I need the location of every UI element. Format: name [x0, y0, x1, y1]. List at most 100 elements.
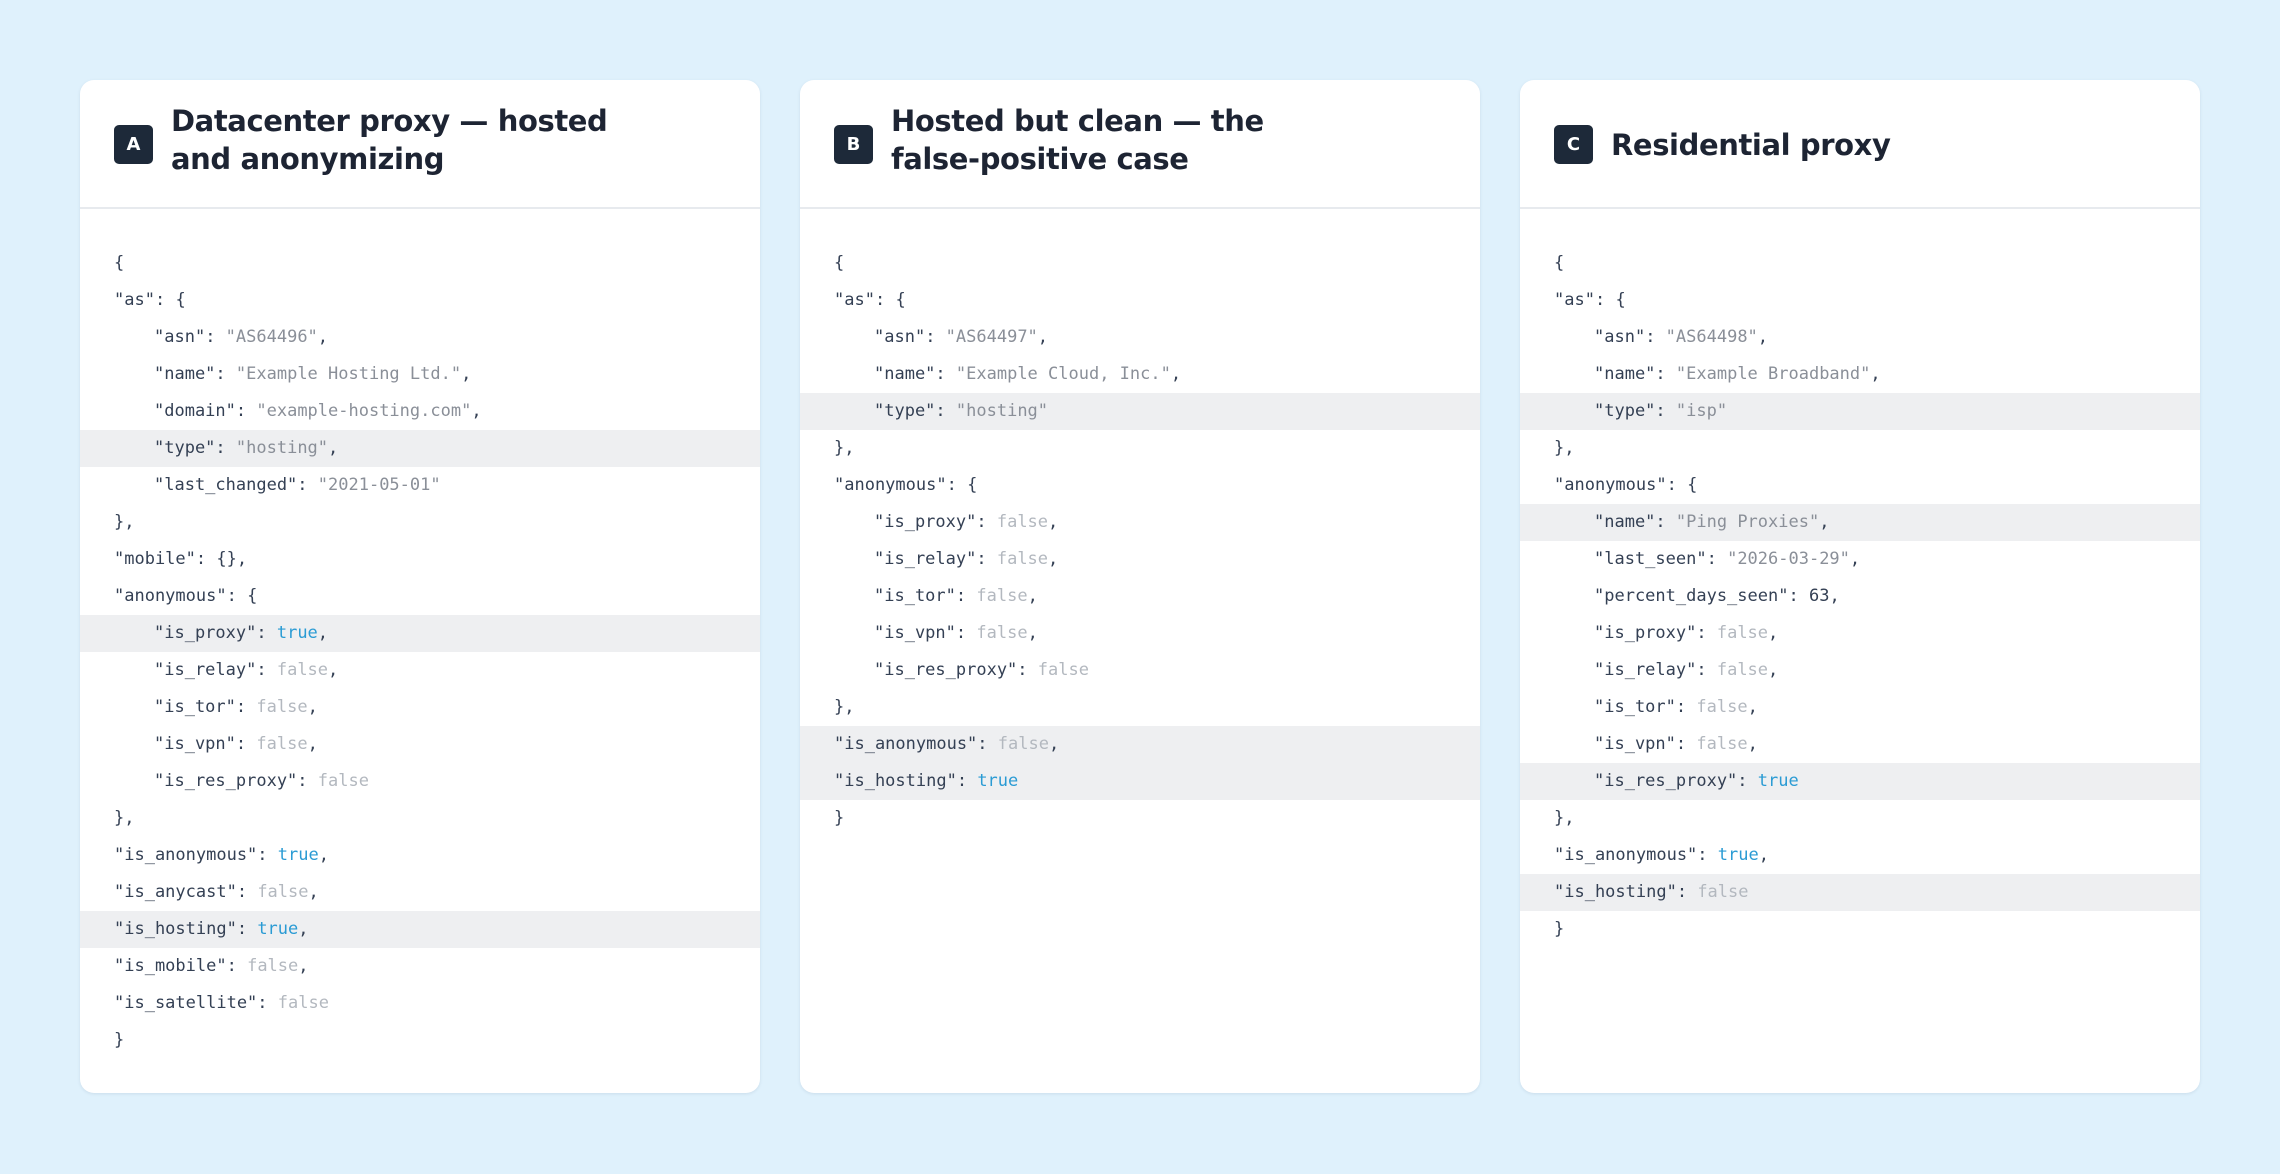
- code-line: "name": "Example Broadband",: [1594, 364, 1881, 384]
- json-punctuation: ,: [308, 882, 319, 902]
- json-punctuation: ,: [1768, 660, 1779, 680]
- json-punctuation: {: [834, 253, 845, 273]
- json-key: "asn": [1594, 327, 1646, 347]
- code-line: "as": {: [1554, 290, 1626, 310]
- json-key: "is_hosting": [834, 771, 957, 791]
- code-line: {: [80, 245, 760, 282]
- code-line: "asn": "AS64498",: [1594, 327, 1769, 347]
- json-punctuation: },: [114, 808, 135, 828]
- json-key: "is_proxy": [874, 512, 977, 532]
- code-line: },: [1520, 800, 2200, 837]
- json-key: "is_anonymous": [114, 845, 258, 865]
- json-key: "type": [154, 438, 216, 458]
- code-line: },: [800, 689, 1480, 726]
- code-line: "is_res_proxy": false: [154, 771, 369, 791]
- code-line: "is_tor": false,: [874, 586, 1038, 606]
- code-line-highlighted: "type": "hosting": [800, 393, 1480, 430]
- json-punctuation: ,: [461, 364, 472, 384]
- json-value: "AS64496": [225, 327, 318, 347]
- json-value: "Example Cloud, Inc.": [955, 364, 1171, 384]
- code-line: "anonymous": {: [1554, 475, 1698, 495]
- json-value: false: [256, 697, 308, 717]
- json-punctuation: ,: [328, 438, 339, 458]
- code-line: "is_anonymous": true,: [1554, 845, 1769, 865]
- json-value: "2021-05-01": [317, 475, 441, 495]
- json-value: "AS64498": [1665, 327, 1758, 347]
- json-value: "hosting": [235, 438, 329, 458]
- card-b: B Hosted but clean — the false-positive …: [800, 80, 1480, 1093]
- code-line: "anonymous": {: [834, 475, 978, 495]
- json-punctuation: ,: [1870, 364, 1881, 384]
- json-value: false: [276, 660, 329, 680]
- json-value: "AS64497": [945, 327, 1038, 347]
- json-key: "name": [1594, 512, 1656, 532]
- json-value: "Ping Proxies": [1675, 512, 1820, 532]
- json-value: true: [277, 845, 319, 865]
- code-line: },: [800, 430, 1480, 467]
- card-title-line: and anonymizing: [171, 142, 445, 176]
- json-punctuation: {: [967, 475, 978, 495]
- json-punctuation: ,: [1768, 623, 1779, 643]
- code-line: "is_proxy": false,: [1594, 623, 1779, 643]
- json-punctuation: ,: [1027, 586, 1038, 606]
- json-key: "is_vpn": [1594, 734, 1676, 754]
- json-key: "mobile": [114, 549, 196, 569]
- json-punctuation: ,: [471, 401, 482, 421]
- json-value: false: [1037, 660, 1089, 680]
- json-value: false: [996, 549, 1049, 569]
- code-line: "last_changed": "2021-05-01": [154, 475, 441, 495]
- code-line-highlighted: "is_hosting": true,: [80, 911, 760, 948]
- json-punctuation: ,: [317, 623, 329, 643]
- json-key: "anonymous": [1554, 475, 1667, 495]
- json-punctuation: {: [1687, 475, 1698, 495]
- json-key: "name": [154, 364, 216, 384]
- json-key: "is_proxy": [1594, 623, 1697, 643]
- code-line: "is_res_proxy": false: [874, 660, 1089, 680]
- json-key: "as": [114, 290, 155, 310]
- json-value: true: [276, 623, 318, 643]
- json-value: "example-hosting.com": [256, 401, 472, 421]
- code-line: }: [1520, 911, 2200, 948]
- json-key: "is_tor": [874, 586, 956, 606]
- code-line-highlighted: "is_res_proxy": true: [1520, 763, 2200, 800]
- code-line: "name": "Example Cloud, Inc.",: [874, 364, 1182, 384]
- card-header: C Residential proxy: [1520, 80, 2200, 209]
- json-punctuation: },: [1554, 438, 1575, 458]
- json-punctuation: ,: [1170, 364, 1182, 384]
- code-line-highlighted: "name": "Ping Proxies",: [1520, 504, 2200, 541]
- json-punctuation: {: [1554, 253, 1565, 273]
- json-punctuation: }: [114, 1030, 125, 1050]
- json-punctuation: ,: [1037, 327, 1049, 347]
- code-line: }: [80, 1022, 760, 1059]
- json-key: "is_relay": [154, 660, 257, 680]
- card-badge: C: [1554, 125, 1593, 164]
- json-key: "asn": [154, 327, 206, 347]
- code-line-highlighted: "is_hosting": false: [1520, 874, 2200, 911]
- json-key: "name": [874, 364, 936, 384]
- code-line-highlighted: "is_hosting": true: [800, 763, 1480, 800]
- json-punctuation: }: [1554, 919, 1565, 939]
- code-line: "name": "Example Hosting Ltd.",: [154, 364, 472, 384]
- code-line: "is_relay": false,: [1594, 660, 1779, 680]
- json-punctuation: ,: [1048, 512, 1059, 532]
- json-code-block: {"as": {"asn": "AS64497", "name": "Exampl…: [800, 209, 1480, 837]
- card-title: Hosted but clean — the false-positive ca…: [891, 102, 1351, 178]
- code-line: "as": {: [834, 290, 906, 310]
- json-key: "percent_days_seen": [1594, 586, 1789, 606]
- json-punctuation: ,: [307, 697, 318, 717]
- json-key: "as": [1554, 290, 1595, 310]
- code-line: "domain": "example-hosting.com",: [154, 401, 482, 421]
- json-punctuation: ,: [1757, 327, 1769, 347]
- card-title-line: false-positive case: [891, 142, 1189, 176]
- json-punctuation: },: [834, 438, 855, 458]
- code-line: "is_vpn": false,: [154, 734, 318, 754]
- json-value: false: [256, 734, 308, 754]
- json-value: "Example Hosting Ltd.": [235, 364, 462, 384]
- json-value: "Example Broadband": [1675, 364, 1871, 384]
- json-key: "is_hosting": [1554, 882, 1677, 902]
- code-line: "asn": "AS64496",: [154, 327, 329, 347]
- json-punctuation: ,: [1849, 549, 1861, 569]
- json-value: false: [1696, 697, 1748, 717]
- json-punctuation: ,: [1747, 697, 1758, 717]
- json-value: false: [277, 993, 329, 1013]
